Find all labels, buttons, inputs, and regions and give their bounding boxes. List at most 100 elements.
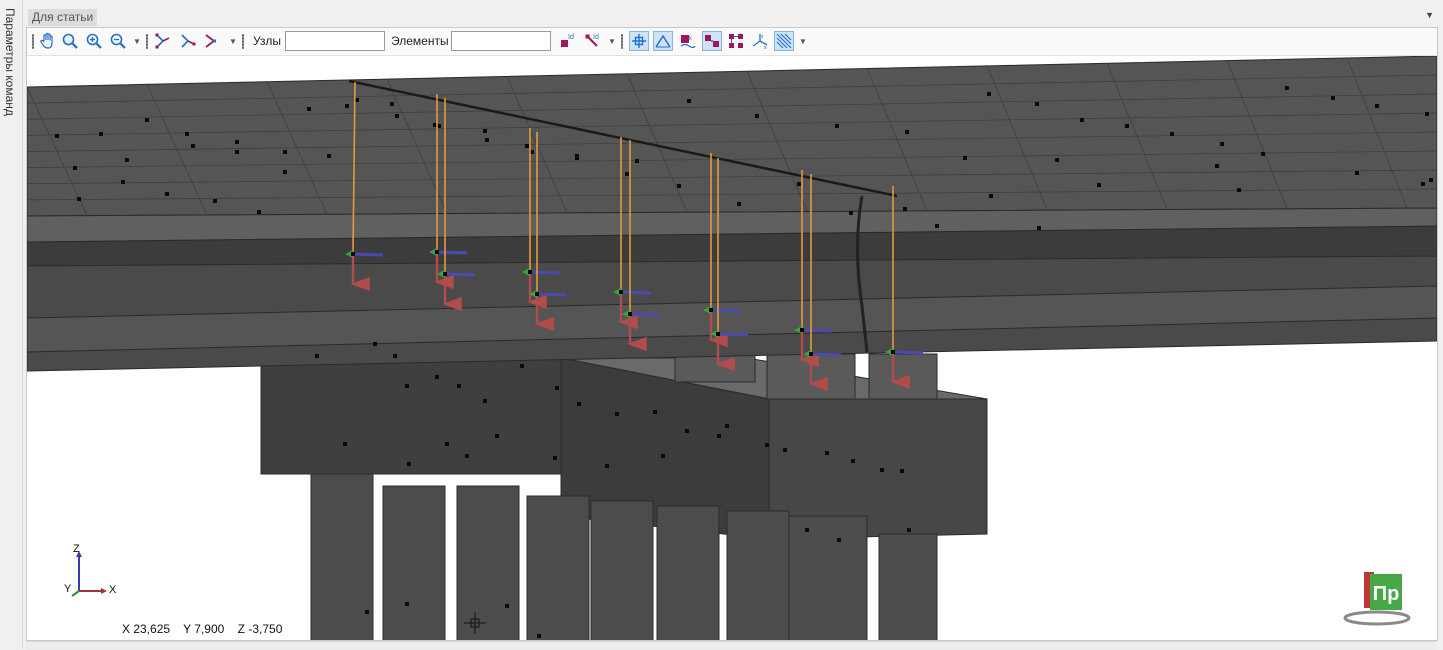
zoom-window-icon[interactable] (60, 31, 80, 51)
stretch-icon[interactable] (702, 31, 722, 51)
mesh-node (1375, 104, 1379, 108)
mesh-node (797, 182, 801, 186)
mesh-node (483, 399, 487, 403)
axis-arrow (444, 272, 476, 277)
mesh-node (755, 114, 759, 118)
mesh-node (407, 462, 411, 466)
load-values-icon[interactable]: k (678, 31, 698, 51)
bridge-model[interactable] (27, 56, 1437, 640)
zoom-in-icon[interactable] (84, 31, 104, 51)
select-mode-icon[interactable] (202, 31, 222, 51)
mesh-node (555, 386, 559, 390)
elements-input[interactable] (451, 31, 551, 51)
document-tab-strip: Для статьи ▼ (26, 8, 1438, 26)
mesh-node (395, 114, 399, 118)
mesh-node (390, 102, 394, 106)
id-dropdown-icon[interactable]: ▼ (608, 38, 616, 46)
mesh-node (99, 132, 103, 136)
mesh-node (145, 118, 149, 122)
toolbar-grip[interactable] (32, 34, 34, 49)
tab-menu-dropdown-icon[interactable]: ▼ (1425, 10, 1434, 20)
svg-text:Id: Id (593, 34, 599, 41)
mesh-node (1425, 112, 1429, 116)
axis-arrow (717, 332, 749, 337)
fragment-icon[interactable] (726, 31, 746, 51)
mesh-node (1220, 142, 1224, 146)
mesh-node (343, 442, 347, 446)
mesh-node (1035, 102, 1039, 106)
mesh-node (987, 92, 991, 96)
mesh-node (907, 528, 911, 532)
node-marker-icon[interactable] (629, 31, 649, 51)
mesh-node (837, 538, 841, 542)
svg-text:z: z (761, 34, 764, 40)
mesh-node (185, 132, 189, 136)
coord-z: Z -3,750 (237, 622, 283, 636)
mesh-node (635, 159, 639, 163)
mesh-node (615, 412, 619, 416)
nodes-label: Узлы (253, 34, 281, 48)
toolbar-grip[interactable] (242, 34, 244, 49)
model-window: ▼ ▼ Узлы Элементы Id Id ▼ k z x ▼ Z Y X … (26, 27, 1438, 641)
tab-for-article[interactable]: Для статьи (28, 9, 98, 26)
select-dropdown-icon[interactable]: ▼ (229, 38, 237, 46)
mesh-node (345, 104, 349, 108)
mesh-node (685, 429, 689, 433)
axis-arrow (801, 328, 833, 333)
mesh-node (435, 375, 439, 379)
select-nodes-icon[interactable] (153, 31, 173, 51)
mesh-node (327, 154, 331, 158)
hatch-icon[interactable] (774, 31, 794, 51)
mesh-node (537, 634, 541, 638)
axis-arrow (810, 352, 842, 357)
axis-arrow (352, 252, 384, 257)
node-id-icon[interactable]: Id (558, 31, 578, 51)
axis-arrow (620, 290, 652, 295)
pan-hand-icon[interactable] (38, 31, 58, 51)
select-elements-icon[interactable] (178, 31, 198, 51)
mesh-node (235, 140, 239, 144)
mesh-node (989, 194, 993, 198)
mesh-node (283, 170, 287, 174)
mesh-node (373, 342, 377, 346)
toolbar-grip[interactable] (621, 34, 623, 49)
mesh-node (77, 197, 81, 201)
nodes-input[interactable] (285, 31, 385, 51)
axis-arrow (436, 250, 468, 255)
mesh-node (1429, 178, 1433, 182)
svg-text:Id: Id (568, 34, 574, 41)
mesh-node (1421, 182, 1425, 186)
mesh-node (903, 207, 907, 211)
mesh-node (625, 172, 629, 176)
mesh-node (677, 184, 681, 188)
mesh-node (405, 602, 409, 606)
mesh-node (1237, 188, 1241, 192)
show-triangle-icon[interactable] (653, 31, 673, 51)
mesh-node (483, 129, 487, 133)
axis-arrow (629, 312, 661, 317)
element-id-icon[interactable]: Id (583, 31, 603, 51)
mesh-node (717, 434, 721, 438)
zoom-dropdown-icon[interactable]: ▼ (133, 38, 141, 46)
axis-y-label: Y (64, 583, 72, 595)
mesh-node (905, 130, 909, 134)
mesh-node (121, 180, 125, 184)
mesh-node (835, 124, 839, 128)
coord-x: X 23,625 (122, 622, 171, 636)
mesh-node (393, 354, 397, 358)
display-dropdown-icon[interactable]: ▼ (799, 38, 807, 46)
axis-z-label: Z (73, 543, 80, 555)
axis-arrow (892, 350, 924, 355)
mesh-node (125, 158, 129, 162)
mesh-node (165, 192, 169, 196)
mesh-node (851, 459, 855, 463)
command-parameters-panel[interactable]: Параметры команд (0, 0, 23, 649)
mesh-node (283, 150, 287, 154)
mesh-node (457, 384, 461, 388)
model-viewport[interactable]: Z Y X X 23,625 Y 7,900 Z -3,750 Пр (27, 56, 1437, 640)
zoom-out-icon[interactable] (108, 31, 128, 51)
toolbar-grip[interactable] (146, 34, 148, 49)
cursor-coordinates: X 23,625 Y 7,900 Z -3,750 (122, 622, 292, 636)
mesh-node (577, 402, 581, 406)
local-axes-icon[interactable]: zx (750, 31, 770, 51)
